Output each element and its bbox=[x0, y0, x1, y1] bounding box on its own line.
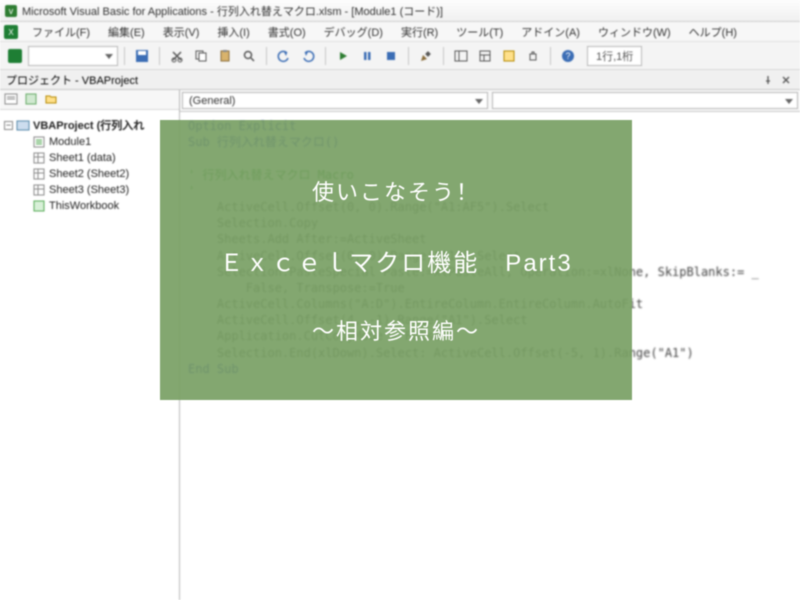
menu-debug[interactable]: デバッグ(D) bbox=[316, 22, 391, 42]
menu-window[interactable]: ウィンドウ(W) bbox=[590, 22, 679, 42]
worksheet-icon bbox=[32, 167, 46, 181]
object-browser-button[interactable] bbox=[498, 45, 520, 67]
title-overlay: 使いこなそう！ Ｅｘｃｅｌマクロ機能 Part3 ～相対参照編～ bbox=[160, 120, 632, 400]
reset-button[interactable] bbox=[380, 45, 402, 67]
toolbar: ? 1行,1桁 bbox=[0, 42, 800, 70]
save-button[interactable] bbox=[131, 45, 153, 67]
menu-view[interactable]: 表示(V) bbox=[155, 22, 208, 42]
window-title: Microsoft Visual Basic for Applications … bbox=[22, 3, 443, 19]
overlay-line-1: 使いこなそう！ bbox=[312, 175, 480, 207]
help-button[interactable]: ? bbox=[557, 45, 579, 67]
project-toolbar bbox=[0, 90, 179, 110]
worksheet-icon bbox=[32, 183, 46, 197]
project-explorer: − VBAProject (行列入れ Module1 Sheet1 (data)… bbox=[0, 90, 180, 600]
copy-button[interactable] bbox=[190, 45, 212, 67]
module-icon bbox=[32, 135, 46, 149]
excel-icon: X bbox=[4, 25, 18, 39]
menu-edit[interactable]: 編集(E) bbox=[100, 22, 153, 42]
tree-item-sheet3[interactable]: Sheet3 (Sheet3) bbox=[4, 182, 175, 198]
cursor-position: 1行,1桁 bbox=[587, 46, 642, 66]
project-tree[interactable]: − VBAProject (行列入れ Module1 Sheet1 (data)… bbox=[0, 110, 179, 220]
title-bar: v Microsoft Visual Basic for Application… bbox=[0, 0, 800, 22]
view-object-icon[interactable] bbox=[24, 92, 40, 108]
overlay-line-2: Ｅｘｃｅｌマクロ機能 Part3 bbox=[219, 243, 572, 278]
tree-item-thisworkbook[interactable]: ThisWorkbook bbox=[4, 198, 175, 214]
close-icon[interactable] bbox=[778, 72, 794, 88]
menu-file[interactable]: ファイル(F) bbox=[24, 22, 98, 42]
view-code-icon[interactable] bbox=[4, 92, 20, 108]
svg-text:?: ? bbox=[565, 51, 570, 61]
project-explorer-header: プロジェクト - VBAProject bbox=[0, 70, 800, 90]
menu-run[interactable]: 実行(R) bbox=[393, 22, 446, 42]
procedure-dropdown[interactable] bbox=[492, 92, 798, 109]
svg-text:v: v bbox=[9, 6, 14, 16]
separator bbox=[124, 47, 125, 65]
workbook-icon bbox=[32, 199, 46, 213]
svg-text:X: X bbox=[8, 28, 14, 37]
menu-help[interactable]: ヘルプ(H) bbox=[681, 22, 745, 42]
run-button[interactable] bbox=[332, 45, 354, 67]
redo-button[interactable] bbox=[297, 45, 319, 67]
undo-button[interactable] bbox=[273, 45, 295, 67]
tree-root[interactable]: − VBAProject (行列入れ bbox=[4, 116, 175, 134]
menu-tools[interactable]: ツール(T) bbox=[448, 22, 511, 42]
overlay-line-3: ～相対参照編～ bbox=[312, 314, 480, 346]
tree-item-sheet2[interactable]: Sheet2 (Sheet2) bbox=[4, 166, 175, 182]
tree-label: Module1 bbox=[49, 136, 91, 148]
separator bbox=[325, 47, 326, 65]
break-button[interactable] bbox=[356, 45, 378, 67]
tree-label: Sheet2 (Sheet2) bbox=[49, 168, 129, 180]
vba-app-icon: v bbox=[4, 4, 18, 18]
object-dropdown-value: (General) bbox=[189, 95, 235, 107]
paste-button[interactable] bbox=[214, 45, 236, 67]
menu-insert[interactable]: 挿入(I) bbox=[209, 22, 257, 42]
design-mode-button[interactable] bbox=[415, 45, 437, 67]
toolbox-button[interactable] bbox=[522, 45, 544, 67]
cut-button[interactable] bbox=[166, 45, 188, 67]
collapse-icon[interactable]: − bbox=[4, 121, 13, 130]
menu-bar: X ファイル(F) 編集(E) 表示(V) 挿入(I) 書式(O) デバッグ(D… bbox=[0, 22, 800, 42]
separator bbox=[159, 47, 160, 65]
code-dropdown-row: (General) bbox=[180, 90, 800, 112]
menu-addins[interactable]: アドイン(A) bbox=[513, 22, 588, 42]
project-explorer-button[interactable] bbox=[450, 45, 472, 67]
tree-item-sheet1[interactable]: Sheet1 (data) bbox=[4, 150, 175, 166]
tree-label: Sheet3 (Sheet3) bbox=[49, 184, 129, 196]
insert-object-combo[interactable] bbox=[28, 46, 118, 66]
project-explorer-title: プロジェクト - VBAProject bbox=[6, 72, 138, 88]
find-button[interactable] bbox=[238, 45, 260, 67]
tree-item-module1[interactable]: Module1 bbox=[4, 134, 175, 150]
tree-label: Sheet1 (data) bbox=[49, 152, 116, 164]
menu-format[interactable]: 書式(O) bbox=[260, 22, 314, 42]
separator bbox=[550, 47, 551, 65]
worksheet-icon bbox=[32, 151, 46, 165]
separator bbox=[266, 47, 267, 65]
toggle-folders-icon[interactable] bbox=[44, 92, 60, 108]
separator bbox=[443, 47, 444, 65]
view-excel-button[interactable] bbox=[4, 45, 26, 67]
tree-label: ThisWorkbook bbox=[49, 200, 119, 212]
pin-icon[interactable] bbox=[760, 72, 776, 88]
project-icon bbox=[16, 118, 30, 132]
properties-button[interactable] bbox=[474, 45, 496, 67]
object-dropdown[interactable]: (General) bbox=[182, 92, 488, 109]
project-root-label: VBAProject (行列入れ bbox=[33, 117, 144, 133]
separator bbox=[408, 47, 409, 65]
